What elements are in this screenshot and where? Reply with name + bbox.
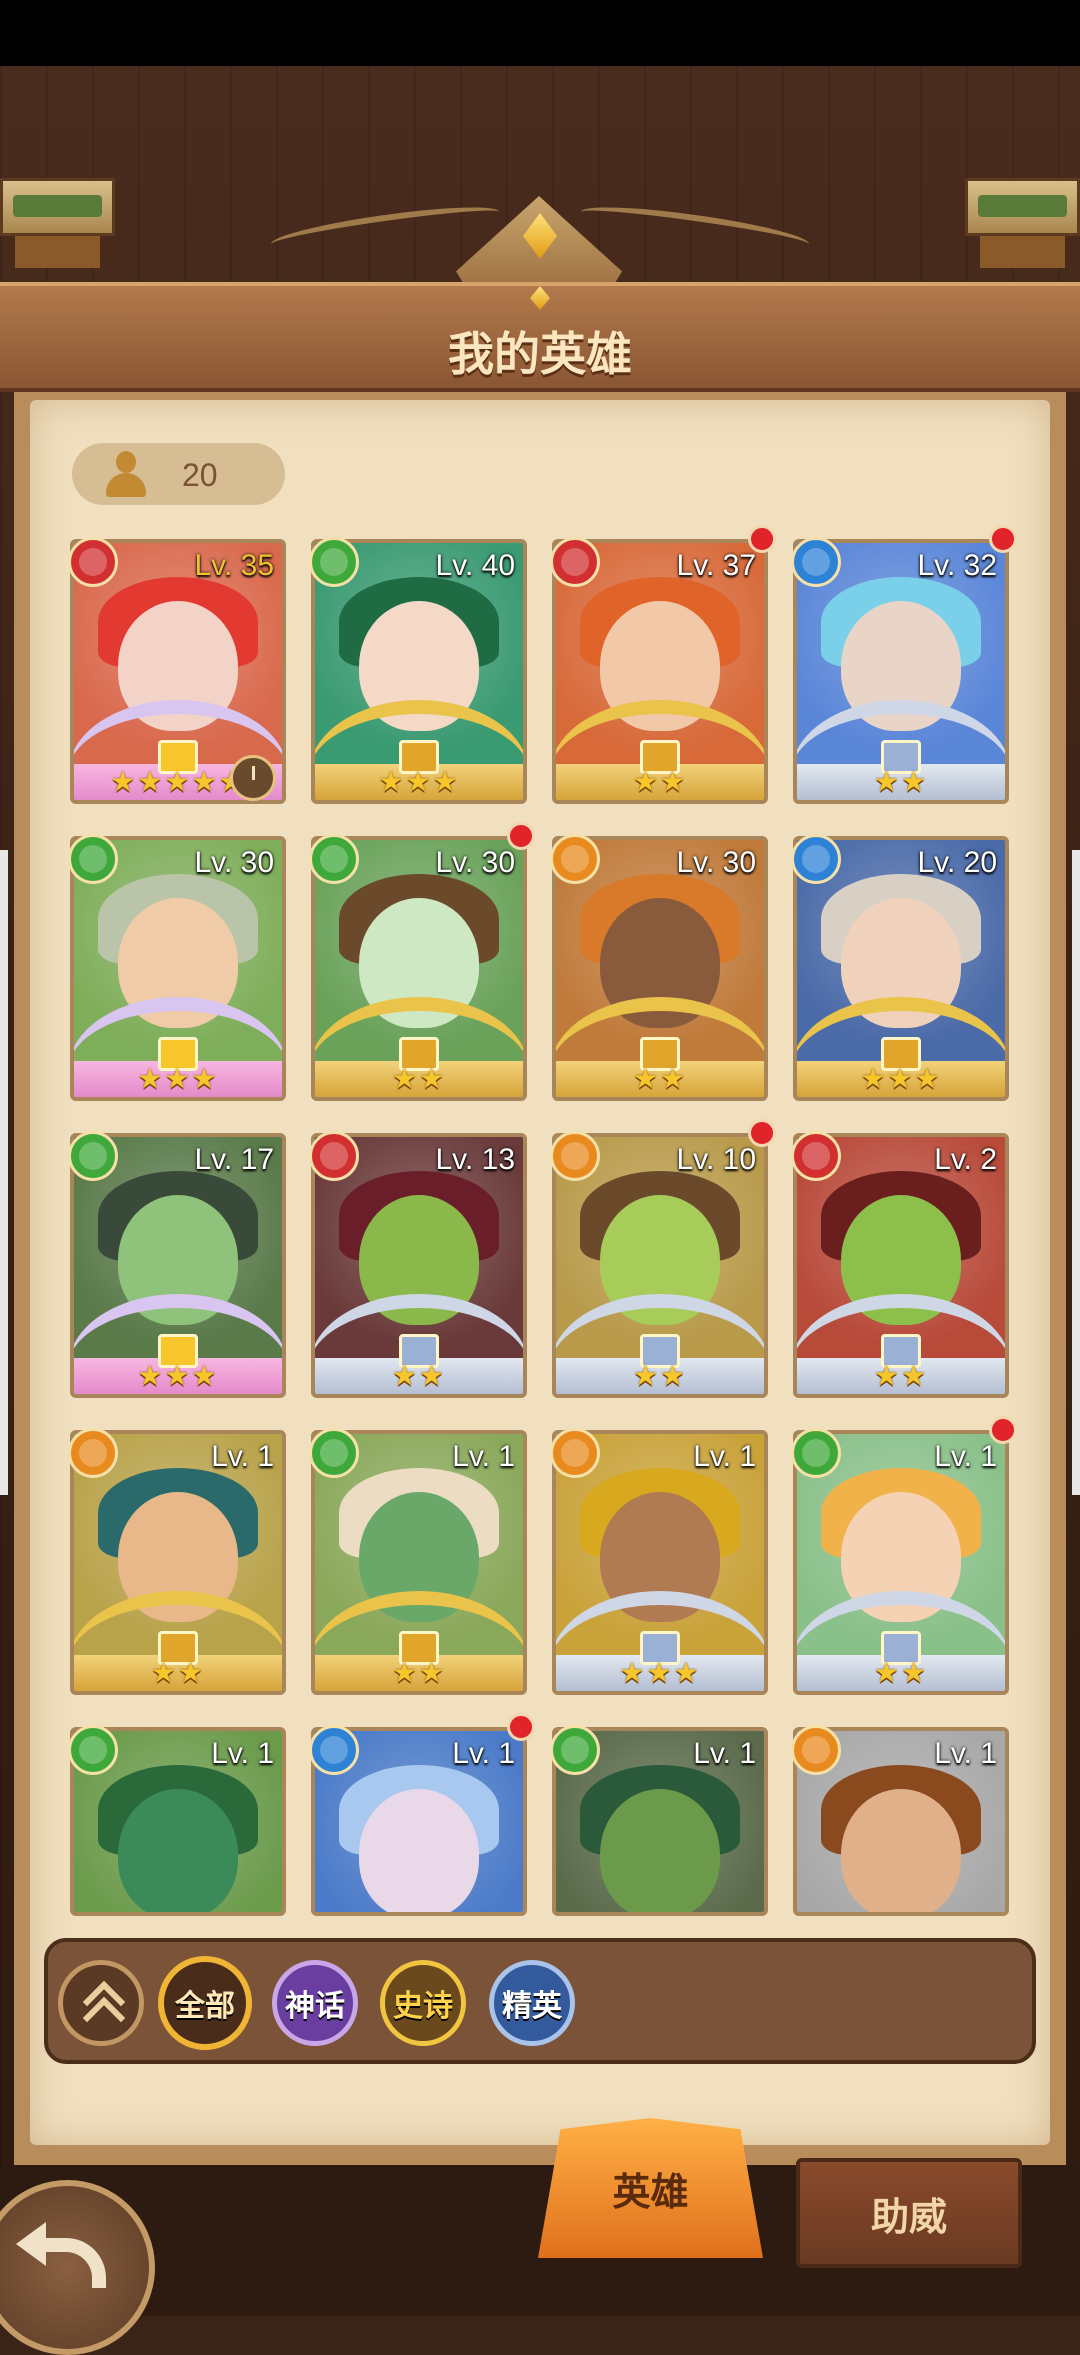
fire-element-icon xyxy=(68,537,118,587)
hero-level: Lv. 1 xyxy=(693,1737,756,1770)
status-bar xyxy=(0,0,1080,66)
star-rating: ★★ xyxy=(632,766,688,797)
collapse-button[interactable] xyxy=(58,1960,144,2046)
earth-element-icon xyxy=(68,1428,118,1478)
leaf-element-icon xyxy=(309,1428,359,1478)
hero-level: Lv. 13 xyxy=(435,1143,516,1176)
hero-level: Lv. 30 xyxy=(435,846,516,879)
notification-dot xyxy=(507,1713,535,1741)
hero-face xyxy=(118,1789,238,1912)
water-element-icon xyxy=(791,537,841,587)
leaf-element-icon xyxy=(550,1725,600,1775)
notification-dot xyxy=(748,525,776,553)
star-rating: ★★★ xyxy=(619,1657,701,1688)
star-rating: ★★★ xyxy=(378,766,460,797)
page-title: 我的英雄 xyxy=(448,327,632,381)
leaf-element-icon xyxy=(68,1725,118,1775)
hero-level: Lv. 1 xyxy=(452,1737,515,1770)
star-rating: ★★ xyxy=(873,1360,929,1391)
hero-level: Lv. 17 xyxy=(194,1143,275,1176)
hero-level: Lv. 35 xyxy=(194,549,275,582)
earth-element-icon xyxy=(550,1131,600,1181)
hero-level: Lv. 2 xyxy=(934,1143,997,1176)
hero-count-badge: 20 xyxy=(72,443,285,505)
star-rating: ★★ xyxy=(391,1657,447,1688)
star-rating: ★★ xyxy=(873,766,929,797)
notification-dot xyxy=(507,822,535,850)
star-rating: ★★ xyxy=(150,1657,206,1688)
notification-dot xyxy=(989,1416,1017,1444)
water-element-icon xyxy=(791,834,841,884)
decor-pillar-right xyxy=(965,178,1080,268)
star-rating: ★★ xyxy=(873,1657,929,1688)
decor-pillar-left xyxy=(0,178,115,268)
person-icon xyxy=(104,451,148,497)
earth-element-icon xyxy=(550,834,600,884)
leaf-element-icon xyxy=(791,1428,841,1478)
notification-dot xyxy=(989,525,1017,553)
hero-count: 20 xyxy=(182,457,218,493)
hero-level: Lv. 37 xyxy=(676,549,757,582)
hero-face xyxy=(600,1789,720,1912)
back-arrow-icon xyxy=(16,2222,106,2288)
star-rating: ★★ xyxy=(391,1360,447,1391)
star-rating: ★★★ xyxy=(137,1360,219,1391)
hero-level: Lv. 30 xyxy=(194,846,275,879)
hero-level: Lv. 1 xyxy=(934,1440,997,1473)
hero-level: Lv. 1 xyxy=(934,1737,997,1770)
hero-level: Lv. 1 xyxy=(693,1440,756,1473)
hero-level: Lv. 10 xyxy=(676,1143,757,1176)
filter-myth-button[interactable]: 神话 xyxy=(272,1960,358,2046)
edge-scroll-indicator-right xyxy=(1072,850,1080,1495)
hero-level: Lv. 32 xyxy=(917,549,998,582)
hero-level: Lv. 30 xyxy=(676,846,757,879)
star-rating: ★★★ xyxy=(137,1063,219,1094)
star-rating: ★★★ xyxy=(860,1063,942,1094)
earth-element-icon xyxy=(791,1725,841,1775)
tab-support[interactable]: 助威 xyxy=(796,2158,1022,2268)
water-element-icon xyxy=(309,1725,359,1775)
leaf-element-icon xyxy=(68,834,118,884)
tab-heroes[interactable]: 英雄 xyxy=(538,2118,763,2258)
hero-face xyxy=(359,1789,479,1912)
hero-face xyxy=(841,1789,961,1912)
fire-element-icon xyxy=(309,1131,359,1181)
clock-icon xyxy=(230,755,276,801)
hero-level: Lv. 1 xyxy=(452,1440,515,1473)
hero-level: Lv. 1 xyxy=(211,1440,274,1473)
leaf-element-icon xyxy=(309,834,359,884)
hero-level: Lv. 1 xyxy=(211,1737,274,1770)
edge-scroll-indicator-left xyxy=(0,850,8,1495)
hero-level: Lv. 20 xyxy=(917,846,998,879)
notification-dot xyxy=(748,1119,776,1147)
leaf-element-icon xyxy=(309,537,359,587)
star-rating: ★★ xyxy=(632,1063,688,1094)
star-rating: ★★ xyxy=(632,1360,688,1391)
filter-elite-button[interactable]: 精英 xyxy=(489,1960,575,2046)
fire-element-icon xyxy=(791,1131,841,1181)
double-chevron-up-icon xyxy=(81,1980,126,2040)
leaf-element-icon xyxy=(68,1131,118,1181)
filter-epic-button[interactable]: 史诗 xyxy=(380,1960,466,2046)
earth-element-icon xyxy=(550,1428,600,1478)
filter-all-button[interactable]: 全部 xyxy=(158,1956,252,2050)
hero-level: Lv. 40 xyxy=(435,549,516,582)
fire-element-icon xyxy=(550,537,600,587)
star-rating: ★★ xyxy=(391,1063,447,1094)
